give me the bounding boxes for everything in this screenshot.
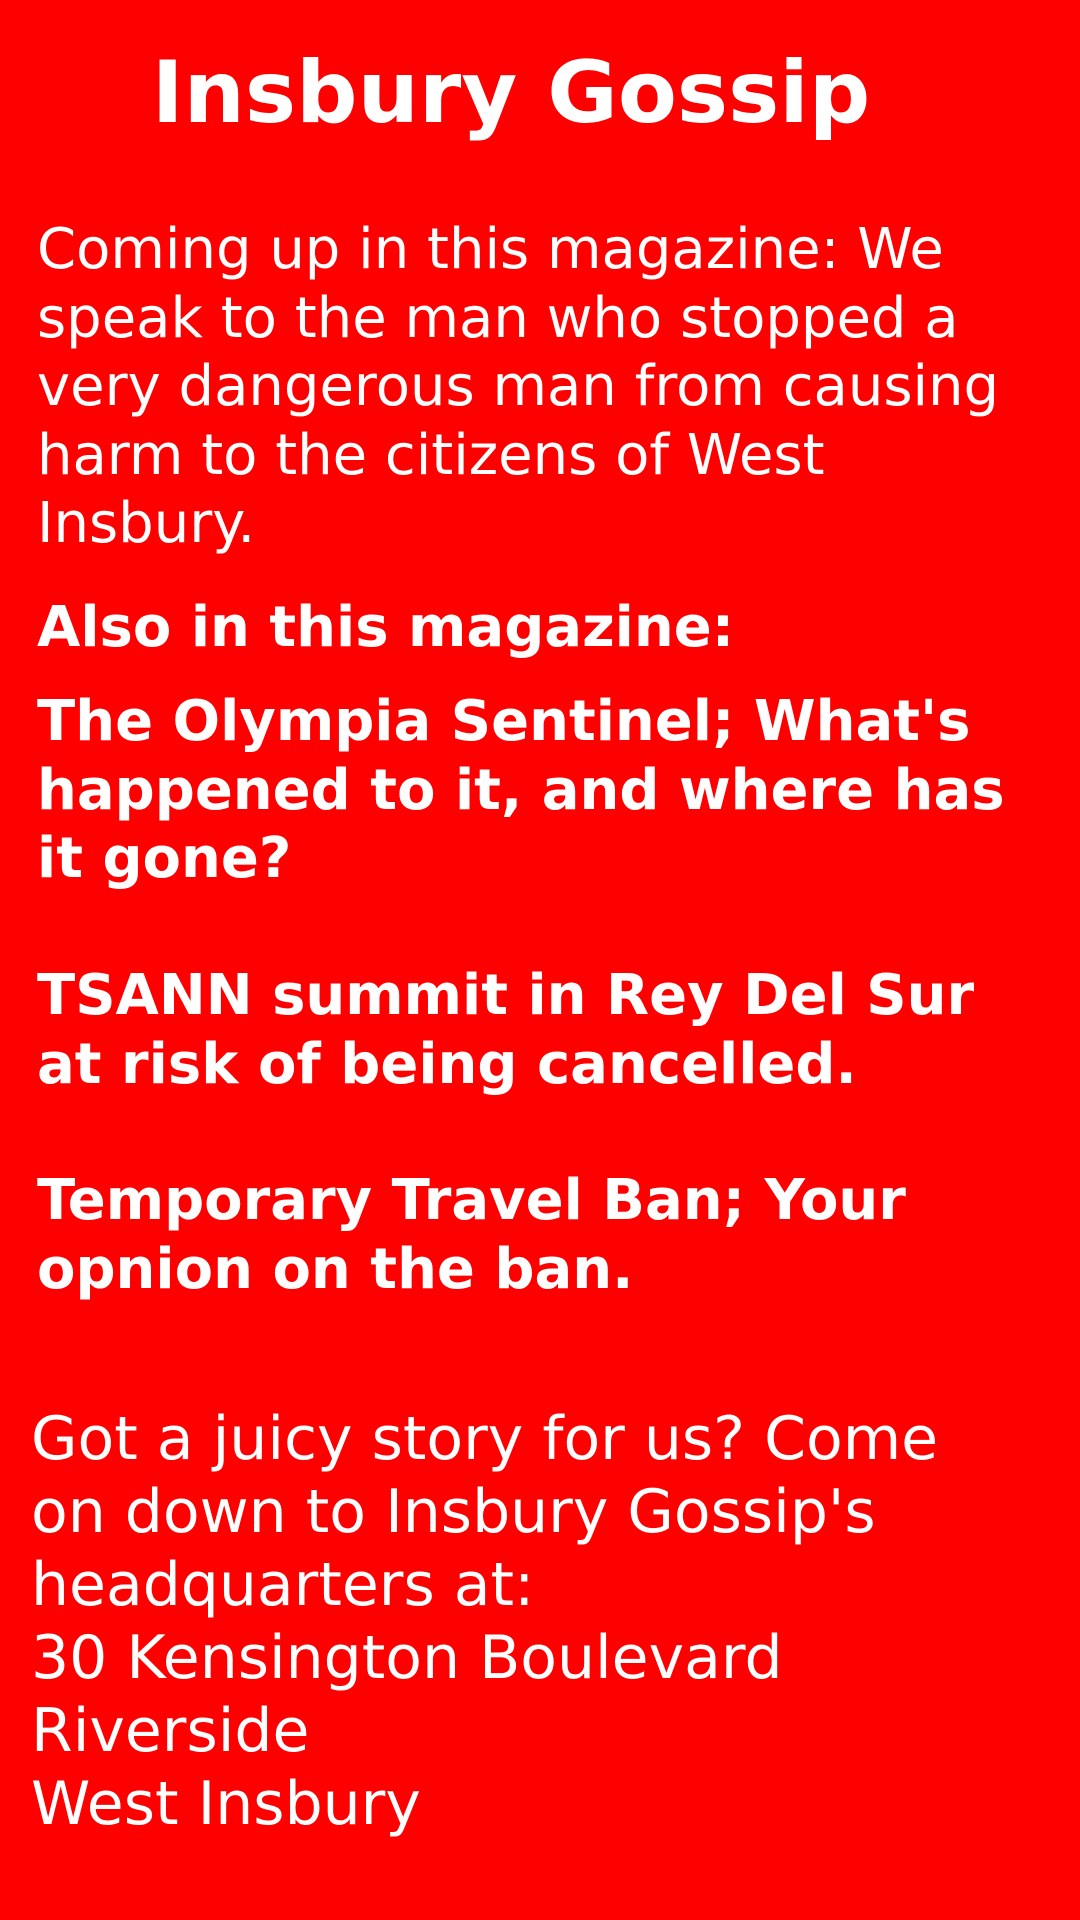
contact-section: Got a juicy story for us? Come on down t… (31, 1403, 1051, 1841)
contact-text: headquarters at: (31, 1550, 535, 1620)
address-line: West Insbury (31, 1769, 421, 1839)
contact-text: Got a juicy story for us? Come (31, 1404, 939, 1474)
address-line: 30 Kensington Boulevard (31, 1623, 783, 1693)
intro-paragraph: Coming up in this magazine: We speak to … (37, 217, 1000, 556)
page-title: Insbury Gossip (151, 43, 871, 143)
address-line: Riverside (31, 1696, 310, 1766)
article-teaser: TSANN summit in Rey Del Sur at risk of b… (37, 963, 975, 1097)
article-teaser: Temporary Travel Ban; Your opnion on the… (37, 1168, 906, 1302)
also-heading: Also in this magazine: (37, 595, 735, 660)
contact-text: on down to Insbury Gossip's (31, 1477, 876, 1547)
article-teaser: The Olympia Sentinel; What's happened to… (37, 689, 1005, 891)
